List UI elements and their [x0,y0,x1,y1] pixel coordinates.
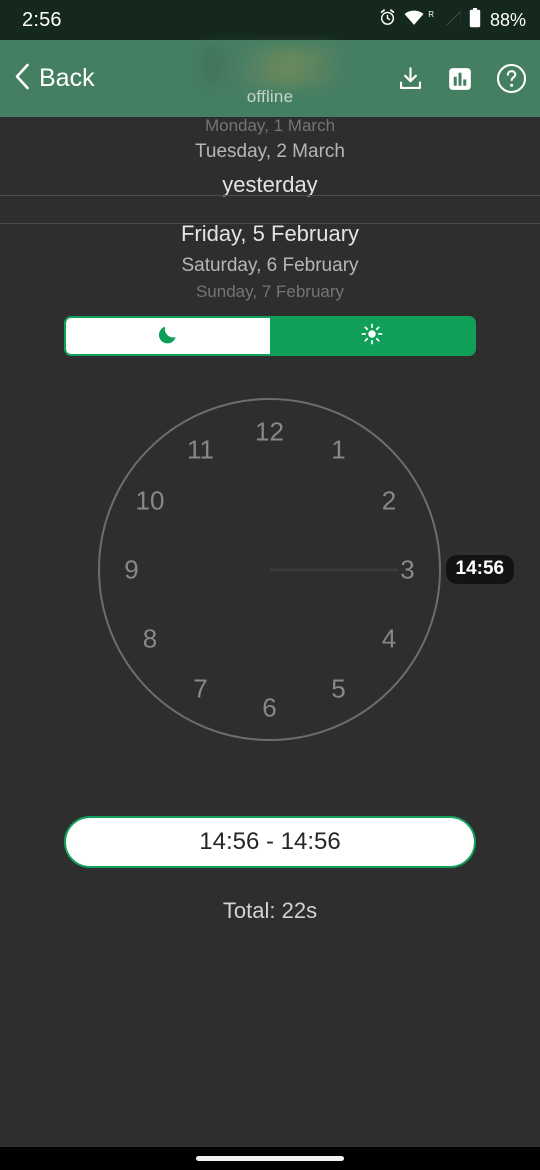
wifi-icon [404,10,424,31]
page-title [203,48,337,86]
clock-hour-1: 1 [331,434,346,465]
back-button[interactable]: Back [14,63,95,95]
wheel-item[interactable]: Sunday, 7 February [0,283,540,300]
wheel-item-selected[interactable]: Friday, 5 February [0,223,540,245]
chevron-left-icon [14,63,30,95]
download-icon[interactable] [397,65,424,92]
clock-hour-11: 11 [187,434,214,465]
interval-button[interactable]: 14:56 - 14:56 [64,816,476,868]
clock-hour-2: 2 [381,485,397,515]
wheel-item[interactable]: Monday, 1 March [0,117,540,134]
battery-icon [469,7,481,33]
clock-dial[interactable]: 12 1 2 3 4 5 6 7 8 9 10 11 14:56 [98,398,515,741]
toggle-option-day[interactable] [270,318,474,354]
help-icon[interactable] [496,63,527,94]
activity-arc [269,568,398,571]
alarm-icon [378,8,397,32]
day-night-toggle[interactable] [64,316,476,356]
connection-status: offline [246,87,294,106]
date-range-picker[interactable]: Monday, 1 March Tuesday, 2 March yesterd… [0,117,540,307]
clock-hour-8: 8 [142,623,158,653]
home-indicator[interactable] [196,1156,344,1161]
status-bar-indicators: R 88% [378,7,526,33]
cellular-signal-icon [444,9,462,31]
clock-hour-7: 7 [193,673,208,704]
toggle-option-night[interactable] [66,318,270,354]
roaming-indicator: R [428,9,434,19]
status-bar: 2:56 R 88% [0,0,540,40]
wheel-item[interactable]: Saturday, 6 February [0,256,540,275]
total-duration: Total: 22s [222,898,318,923]
clock-hour-9: 9 [124,554,139,584]
clock-hour-5: 5 [331,673,346,704]
clock-hour-12: 12 [255,416,284,446]
system-navigation-bar [0,1147,540,1170]
app-screen: 2:56 R 88% Back offline Monday, 1 March … [0,0,540,1170]
start-date-wheel[interactable]: Monday, 1 March Tuesday, 2 March yesterd… [0,117,540,196]
interval-label: 14:56 - 14:56 [199,828,341,855]
clock-hour-10: 10 [135,485,165,515]
clock-hour-4: 4 [381,623,397,653]
divider [0,223,540,224]
clock-hour-3: 3 [400,554,415,584]
app-bar: Back offline [0,40,540,117]
wheel-item-selected[interactable]: yesterday [0,174,540,196]
clock-time-badge: 14:56 [445,554,515,584]
sun-icon [361,323,383,350]
clock-hour-6: 6 [262,692,277,722]
battery-percent: 88% [489,9,526,30]
status-bar-clock: 2:56 [22,8,62,31]
divider [0,195,540,196]
end-date-wheel[interactable]: Friday, 5 February Saturday, 6 February … [0,223,540,307]
wheel-item[interactable]: Tuesday, 2 March [0,142,540,161]
statistics-icon[interactable] [447,66,473,92]
back-button-label: Back [39,64,95,92]
app-bar-actions [397,40,527,117]
moon-icon [157,323,179,350]
